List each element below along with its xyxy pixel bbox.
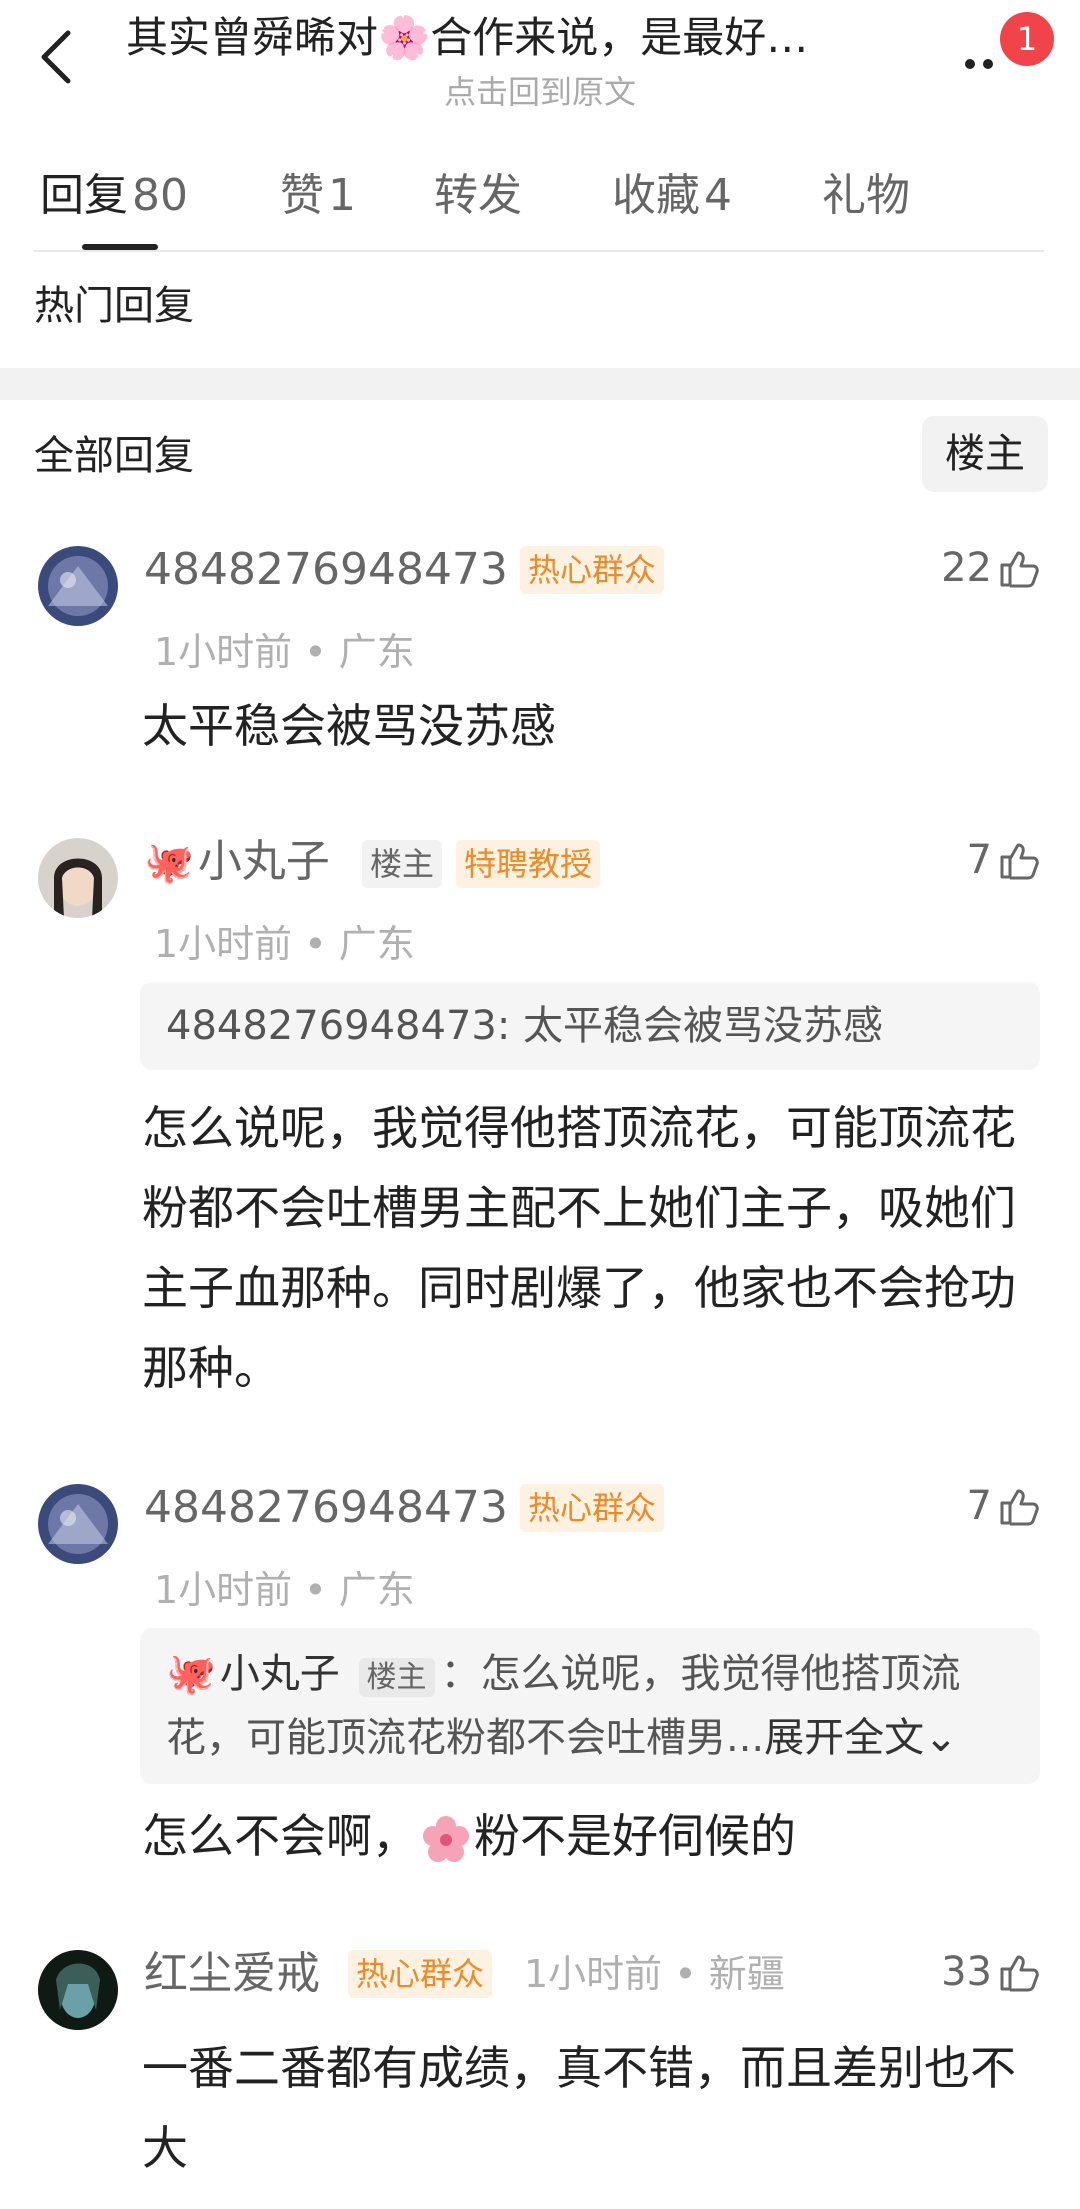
- divider: [34, 250, 1044, 252]
- username[interactable]: 红尘爱戒: [144, 1944, 320, 2004]
- top-bar: 其实曾舜晞对🌸合作来说，是最好… 点击回到原文 1: [0, 0, 1080, 140]
- tab-label: 转发: [434, 170, 522, 221]
- user-badge: 特聘教授: [456, 840, 601, 888]
- tab-count: 1: [328, 170, 356, 221]
- post-title[interactable]: 其实曾舜晞对🌸合作来说，是最好…: [126, 10, 916, 66]
- like-count: 22: [941, 545, 992, 591]
- quote-username: 小丸子: [219, 1651, 340, 1697]
- tab-label: 赞: [280, 170, 324, 221]
- like-button[interactable]: 7: [967, 832, 1040, 888]
- section-separator: [0, 368, 1080, 400]
- tab-label: 回复: [40, 170, 128, 221]
- octopus-icon: 🐙: [166, 1651, 216, 1697]
- thumbs-up-icon: [1000, 843, 1039, 880]
- timestamp-location: 1小时前 • 广东: [154, 630, 415, 674]
- comment-text[interactable]: 怎么不会啊， 粉不是好伺候的: [142, 1796, 1042, 1876]
- thumbs-up-icon: [1000, 551, 1039, 588]
- username[interactable]: 🐙小丸子: [144, 832, 330, 893]
- username[interactable]: 4848276948473: [144, 1478, 508, 1538]
- username-text: 小丸子: [197, 836, 330, 887]
- timestamp-location: 1小时前 • 广东: [154, 922, 415, 966]
- thumbs-up-icon: [1000, 1955, 1039, 1992]
- tab-label: 收藏: [612, 170, 700, 221]
- avatar[interactable]: [38, 838, 118, 918]
- timestamp-location: 1小时前 • 广东: [154, 1568, 415, 1612]
- back-to-original-link[interactable]: 点击回到原文: [0, 70, 1080, 114]
- quoted-reply[interactable]: 4848276948473: 太平稳会被骂没苏感: [140, 982, 1040, 1070]
- comment-text[interactable]: 怎么说呢，我觉得他搭顶流花，可能顶流花粉都不会吐槽男主配不上她们主子，吸她们主子…: [142, 1088, 1042, 1408]
- expand-full-text-link[interactable]: 展开全文⌄: [764, 1715, 958, 1761]
- op-badge: 楼主: [358, 1658, 435, 1697]
- like-count: 33: [941, 1949, 992, 1995]
- user-badge: 热心群众: [348, 1950, 493, 1998]
- like-button[interactable]: 33: [941, 1944, 1040, 2000]
- comment-text-part: 粉不是好伺候的: [474, 1809, 796, 1863]
- quoted-reply[interactable]: 🐙 小丸子 楼主 ：怎么说呢，我觉得他搭顶流花，可能顶流花粉都不会吐槽男...展开全…: [140, 1628, 1040, 1784]
- avatar[interactable]: [38, 1950, 118, 2030]
- tab-count: 4: [704, 170, 732, 221]
- tab-reposts[interactable]: 转发: [434, 166, 522, 226]
- notification-badge: 1: [1000, 12, 1054, 66]
- user-badge: 热心群众: [520, 546, 665, 594]
- tab-count: 80: [132, 170, 188, 221]
- hot-replies-heading[interactable]: 热门回复: [34, 278, 194, 334]
- op-badge: 楼主: [362, 840, 443, 888]
- tab-label: 礼物: [822, 170, 910, 221]
- octopus-icon: 🐙: [144, 840, 194, 886]
- tab-replies[interactable]: 回复80: [40, 166, 188, 226]
- comment-text[interactable]: 一番二番都有成绩，真不错，而且差别也不大: [142, 2028, 1042, 2188]
- comment-text[interactable]: 太平稳会被骂没苏感: [142, 686, 1042, 766]
- all-replies-heading: 全部回复: [34, 433, 194, 479]
- user-badge: 热心群众: [520, 1484, 665, 1532]
- username[interactable]: 4848276948473: [144, 540, 508, 600]
- thumbs-up-icon: [1000, 1489, 1039, 1526]
- avatar[interactable]: [38, 1484, 118, 1564]
- avatar[interactable]: [38, 546, 118, 626]
- tab-gifts[interactable]: 礼物: [822, 166, 910, 226]
- like-button[interactable]: 22: [941, 540, 1040, 596]
- tab-favorites[interactable]: 收藏4: [612, 166, 732, 226]
- like-count: 7: [966, 1483, 992, 1529]
- timestamp-location: 1小时前 • 新疆: [524, 1952, 785, 1996]
- cherry-blossom-icon: [423, 1815, 469, 1862]
- tab-likes[interactable]: 赞1: [280, 166, 356, 226]
- tab-bar: 回复80 赞1 转发 收藏4 礼物: [0, 150, 1080, 250]
- like-count: 7: [966, 837, 992, 883]
- comment-text-part: 怎么不会啊，: [142, 1809, 418, 1863]
- op-only-filter-button[interactable]: 楼主: [922, 416, 1048, 492]
- like-button[interactable]: 7: [967, 1478, 1040, 1534]
